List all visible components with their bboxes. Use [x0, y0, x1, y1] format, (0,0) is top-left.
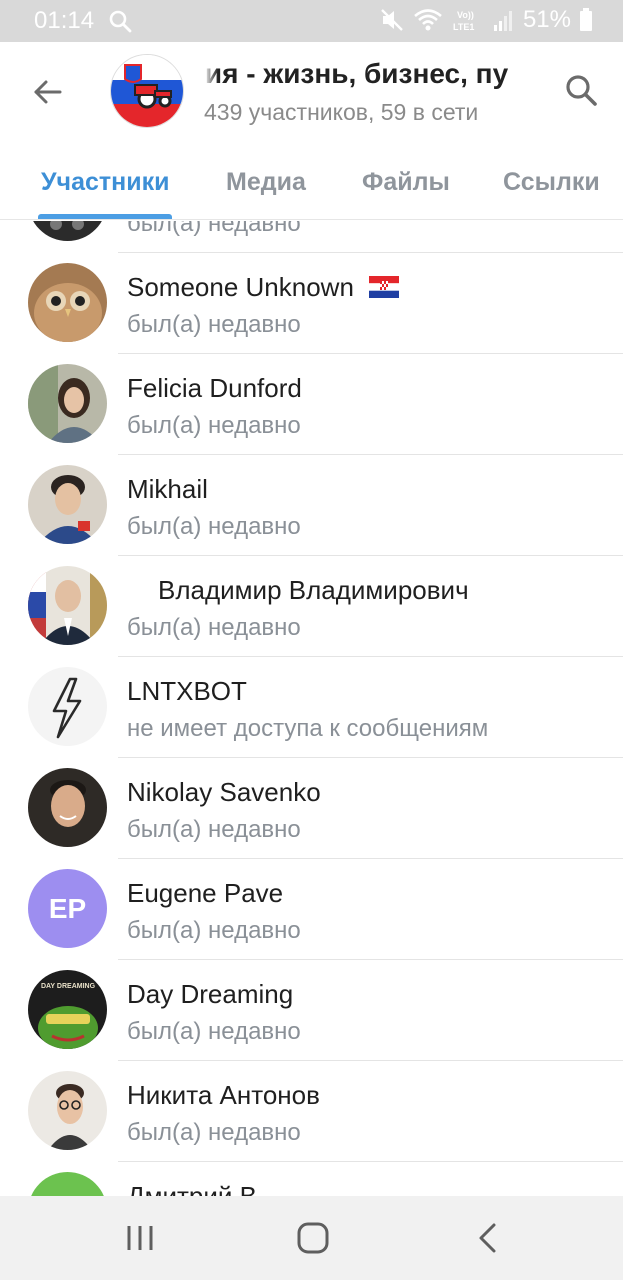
member-row[interactable]: DAY DREAMING Day Dreaming был(а) недавно: [0, 960, 623, 1061]
member-name: Day Dreaming: [127, 979, 294, 1009]
member-row[interactable]: LNTXBOT не имеет доступа к сообщениям: [0, 657, 623, 758]
avatar-initials: EP: [28, 869, 107, 948]
man-photo-avatar: [28, 768, 107, 847]
member-row[interactable]: был(а) недавно: [0, 221, 623, 253]
member-name: Дмитрий В: [127, 1181, 257, 1196]
group-avatar[interactable]: [110, 54, 184, 128]
recent-apps-icon[interactable]: [120, 1218, 160, 1258]
member-row[interactable]: Felicia Dunford был(а) недавно: [0, 354, 623, 455]
member-name: Eugene Pave: [127, 878, 284, 908]
man-photo-avatar: [28, 465, 107, 544]
slovenia-flag-tractor-avatar: [111, 55, 183, 127]
frog-art-avatar: DAY DREAMING: [28, 970, 107, 1049]
system-nav-bar: [0, 1196, 623, 1280]
member-status: был(а) недавно: [127, 816, 301, 843]
chat-header: ния - жизнь, бизнес, пу 439 участников, …: [0, 42, 623, 220]
member-status: был(а) недавно: [127, 1018, 301, 1045]
member-row[interactable]: Никита Антонов был(а) недавно: [0, 1061, 623, 1162]
title-fade: [204, 58, 218, 92]
status-icons: Vo)) LTE1 51%: [379, 6, 593, 34]
svg-text:LTE1: LTE1: [453, 22, 474, 32]
color-avatar: [28, 1172, 107, 1196]
member-status: был(а) недавно: [127, 917, 301, 944]
search-icon: [109, 10, 132, 33]
group-title: ния - жизнь, бизнес, пу: [204, 58, 509, 89]
back-icon[interactable]: [468, 1218, 508, 1258]
member-name: Someone Unknown: [127, 272, 400, 303]
tab-files[interactable]: Файлы: [362, 168, 450, 197]
tab-members[interactable]: Участники: [41, 168, 169, 197]
man-suit-photo-avatar: [28, 566, 107, 645]
mute-icon: [381, 9, 403, 31]
member-row[interactable]: Дмитрий В: [0, 1162, 623, 1196]
volte-label: Vo)): [457, 10, 474, 20]
member-name: Mikhail: [127, 474, 208, 504]
member-row[interactable]: Nikolay Savenko был(а) недавно: [0, 758, 623, 859]
member-name: Никита Антонов: [127, 1080, 320, 1110]
back-button[interactable]: [26, 70, 70, 114]
battery-percent: 51%: [522, 6, 571, 33]
member-name: LNTXBOT: [127, 676, 247, 706]
signal-icon: [493, 11, 512, 31]
member-name: Felicia Dunford: [127, 373, 302, 403]
member-name: Nikolay Savenko: [127, 777, 321, 807]
member-status: был(а) недавно: [127, 1119, 301, 1146]
member-status: был(а) недавно: [127, 221, 301, 237]
owl-photo-avatar: [28, 263, 107, 342]
wifi-icon: [414, 9, 442, 31]
tab-bar: Участники Медиа Файлы Ссылки: [0, 162, 623, 220]
tab-indicator: [38, 214, 172, 219]
home-icon[interactable]: [293, 1218, 333, 1258]
battery-icon: [580, 8, 592, 31]
dark-photo-avatar: [28, 221, 107, 241]
member-list[interactable]: был(а) недавно Someone Unknown был(а) не…: [0, 221, 623, 1196]
man-glasses-photo-avatar: [28, 1071, 107, 1150]
group-title-container[interactable]: ния - жизнь, бизнес, пу: [204, 58, 540, 92]
member-row[interactable]: EP Eugene Pave был(а) недавно: [0, 859, 623, 960]
member-name-text: Someone Unknown: [127, 272, 354, 302]
volte-lte-icon: Vo)) LTE1: [453, 10, 474, 32]
member-status: был(а) недавно: [127, 513, 301, 540]
initials-avatar: EP: [28, 869, 107, 948]
tab-links[interactable]: Ссылки: [503, 168, 600, 197]
search-button[interactable]: [561, 70, 601, 110]
group-subtitle: 439 участников, 59 в сети: [204, 99, 479, 125]
croatia-flag-icon: [369, 274, 400, 298]
woman-photo-avatar: [28, 364, 107, 443]
member-row[interactable]: Someone Unknown был(а) недавно: [0, 253, 623, 354]
status-time: 01:14: [34, 7, 95, 34]
member-status: был(а) недавно: [127, 412, 301, 439]
tab-media[interactable]: Медиа: [226, 168, 306, 197]
member-status: был(а) недавно: [127, 311, 301, 338]
lightning-icon: [28, 667, 107, 746]
member-status: был(а) недавно: [127, 614, 301, 641]
status-bar: 01:14 Vo)) LTE1 51%: [0, 0, 623, 42]
member-row[interactable]: Владимир Владимирович был(а) недавно: [0, 556, 623, 657]
member-name: Владимир Владимирович: [158, 575, 469, 605]
avatar-text: DAY DREAMING: [41, 983, 96, 990]
member-status: не имеет доступа к сообщениям: [127, 715, 489, 742]
member-row[interactable]: Mikhail был(а) недавно: [0, 455, 623, 556]
